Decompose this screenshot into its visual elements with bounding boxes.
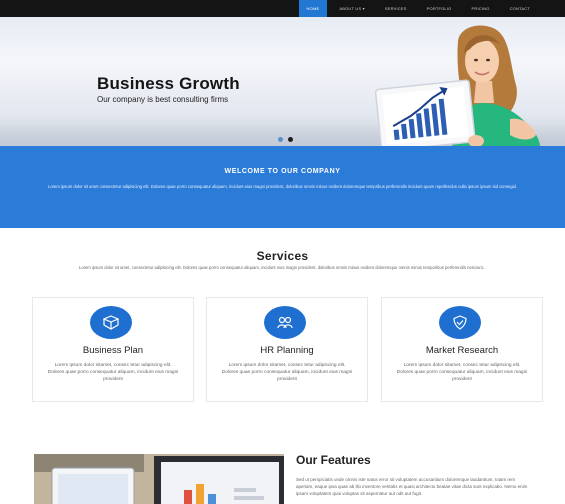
service-card-text: Lorem ipsum dolor sitamet, consec tetur … <box>396 363 528 382</box>
welcome-text: Lorem ipsum dolor sit amet consectetur a… <box>47 184 517 189</box>
hero-subtitle: Our company is best consulting firms <box>97 95 229 104</box>
hero-image-woman-with-tablet <box>374 25 540 146</box>
slider-dot-2[interactable] <box>288 137 293 142</box>
people-icon <box>264 306 306 339</box>
services-intro: Lorem ipsum dolor sit amet, consectetur … <box>78 265 486 270</box>
top-navbar: Home About us ▾ Services Portfolio Prici… <box>0 0 565 17</box>
nav-item-contact[interactable]: Contact <box>502 0 538 17</box>
nav-label: Portfolio <box>426 6 452 11</box>
nav-item-services[interactable]: Services <box>377 0 415 17</box>
slider-pagination <box>278 137 293 142</box>
box-icon <box>90 306 132 339</box>
nav-item-pricing[interactable]: Pricing <box>463 0 497 17</box>
nav-item-portfolio[interactable]: Portfolio <box>419 0 460 17</box>
nav-menu: Home About us ▾ Services Portfolio Prici… <box>298 0 538 17</box>
service-card-business-plan[interactable]: Business Plan Lorem ipsum dolor sitamet,… <box>32 297 194 402</box>
nav-item-home[interactable]: Home <box>298 0 328 17</box>
hero-slider: Business Growth Our company is best cons… <box>0 17 565 146</box>
nav-label: Contact <box>509 6 530 11</box>
service-card-title: Business Plan <box>82 345 144 356</box>
service-card-title: HR Planning <box>260 345 314 356</box>
nav-label: About us <box>339 6 362 11</box>
service-card-hr-planning[interactable]: HR Planning Lorem ipsum dolor sitamet, c… <box>206 297 368 402</box>
service-card-text: Lorem ipsum dolor sitamet, consec tetur … <box>221 363 353 382</box>
service-card-market-research[interactable]: Market Research Lorem ipsum dolor sitame… <box>381 297 543 402</box>
nav-label: Services <box>384 6 407 11</box>
services-title: Services <box>256 249 309 263</box>
chevron-down-icon: ▾ <box>362 6 365 11</box>
nav-label: Home <box>306 6 320 11</box>
service-card-text: Lorem ipsum dolor sitamet, consec tetur … <box>47 363 179 382</box>
features-text: Sed ut perspiciatis unde omnis iste natu… <box>296 477 528 496</box>
shield-icon <box>439 306 481 339</box>
service-card-title: Market Research <box>425 345 499 356</box>
hero-title: Business Growth <box>97 74 240 93</box>
welcome-section: Welcome to our company Lorem ipsum dolor… <box>0 146 565 228</box>
slider-dot-1[interactable] <box>278 137 283 142</box>
nav-item-about[interactable]: About us ▾ <box>331 0 373 17</box>
welcome-title: Welcome to our company <box>224 168 341 175</box>
features-image-laptop-desk <box>34 454 284 504</box>
nav-label: Pricing <box>471 6 490 11</box>
features-title: Our Features <box>296 453 371 467</box>
